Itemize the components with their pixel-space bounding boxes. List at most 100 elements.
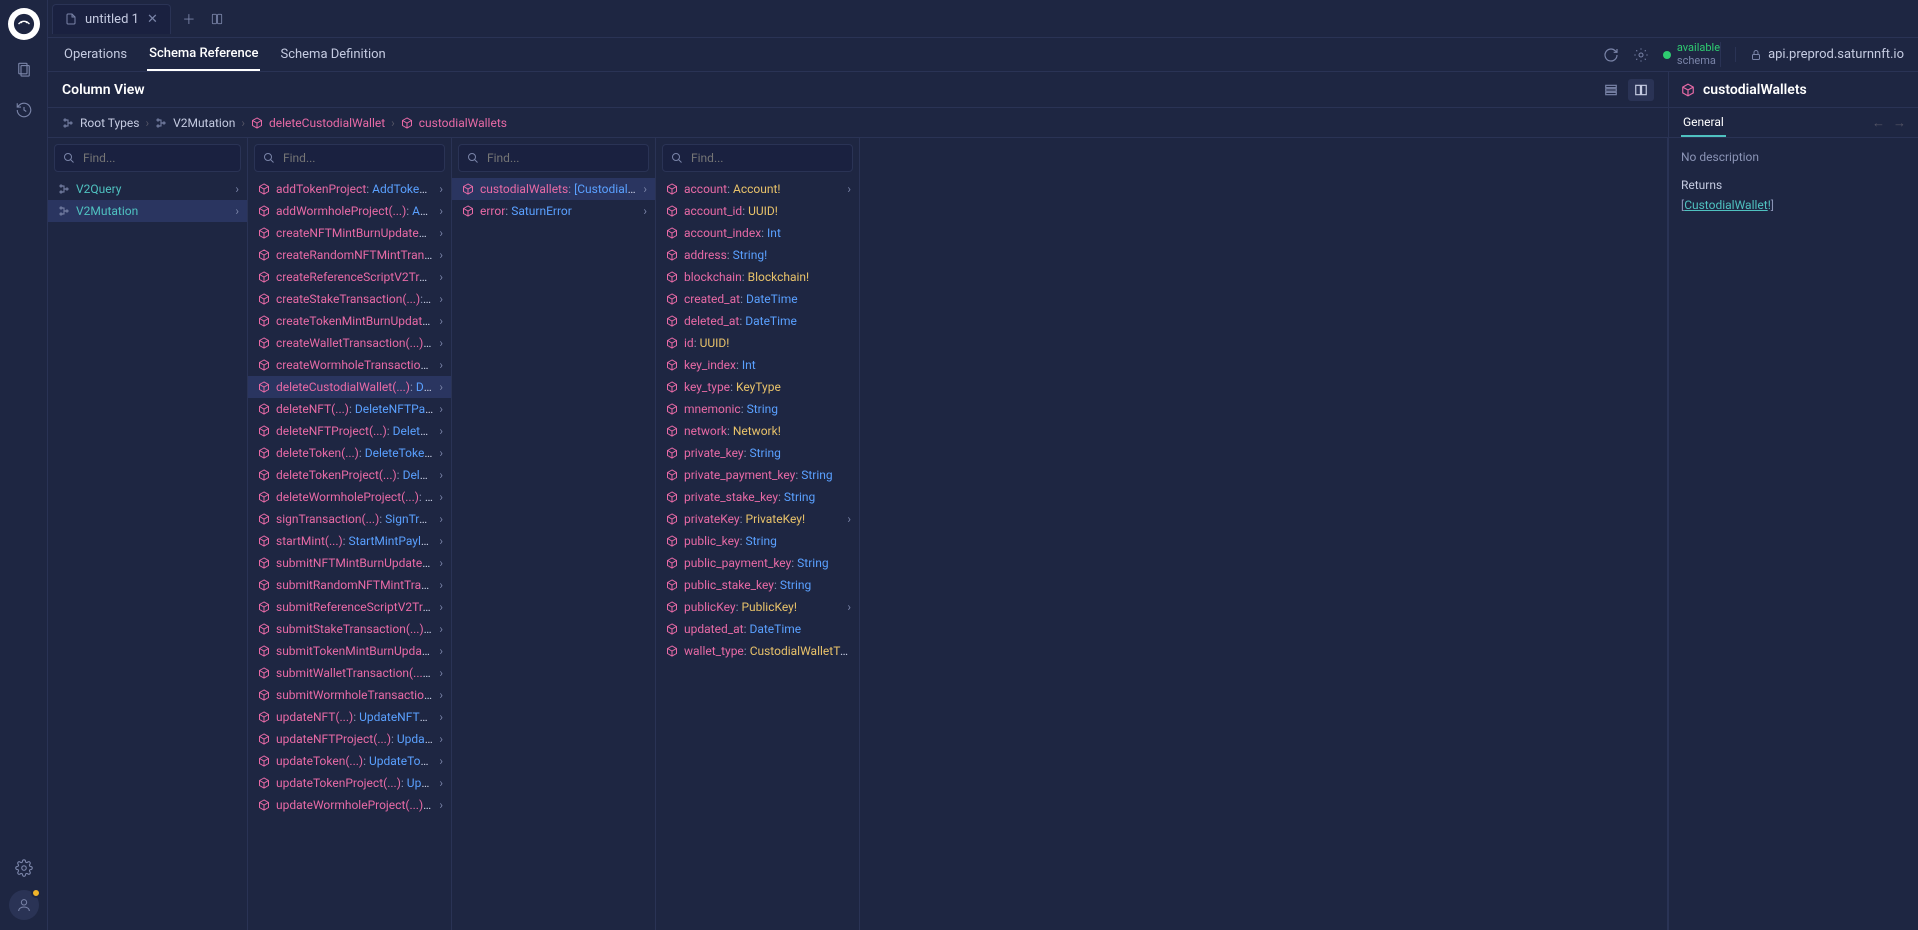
- schema-item[interactable]: private_payment_key: String: [656, 464, 859, 486]
- schema-item[interactable]: createStakeTransaction(...): Creat...›: [248, 288, 451, 310]
- schema-item[interactable]: privateKey: PrivateKey!›: [656, 508, 859, 530]
- arrow-right-icon[interactable]: →: [1893, 115, 1906, 131]
- user-avatar[interactable]: [9, 890, 39, 920]
- schema-item[interactable]: key_type: KeyType: [656, 376, 859, 398]
- schema-item[interactable]: submitReferenceScriptV2Transac...›: [248, 596, 451, 618]
- schema-item[interactable]: blockchain: Blockchain!: [656, 266, 859, 288]
- schema-item[interactable]: updateNFT(...): UpdateNFTPaylo...›: [248, 706, 451, 728]
- refresh-icon[interactable]: [1603, 47, 1619, 63]
- schema-item[interactable]: submitNFTMintBurnUpdateTran...›: [248, 552, 451, 574]
- schema-item[interactable]: public_key: String: [656, 530, 859, 552]
- schema-item[interactable]: created_at: DateTime: [656, 288, 859, 310]
- tab-overflow-icon[interactable]: [203, 5, 231, 33]
- cube-icon: [258, 777, 270, 789]
- find-box-0[interactable]: [54, 144, 241, 172]
- crumb-custodial-wallets[interactable]: custodialWallets: [419, 116, 507, 130]
- schema-item[interactable]: createNFTMintBurnUpdateTrans...›: [248, 222, 451, 244]
- crumb-root-types[interactable]: Root Types: [80, 116, 139, 130]
- schema-item[interactable]: updateWormholeProject(...): Up...›: [248, 794, 451, 816]
- cube-icon: [258, 183, 270, 195]
- schema-item[interactable]: updateNFTProject(...): UpdateNF...›: [248, 728, 451, 750]
- schema-item[interactable]: addTokenProject: AddTokenProj...›: [248, 178, 451, 200]
- connection-status[interactable]: available schema: [1663, 42, 1721, 66]
- chevron-right-icon: ›: [439, 402, 443, 416]
- schema-item[interactable]: key_index: Int: [656, 354, 859, 376]
- schema-item[interactable]: deleteWormholeProject(...): Dele...›: [248, 486, 451, 508]
- nav-schema-definition[interactable]: Schema Definition: [278, 38, 387, 71]
- tree-icon: [62, 117, 74, 129]
- schema-item[interactable]: V2Query›: [48, 178, 247, 200]
- schema-item[interactable]: account_index: Int: [656, 222, 859, 244]
- schema-item[interactable]: wallet_type: CustodialWalletType!: [656, 640, 859, 662]
- schema-item[interactable]: addWormholeProject(...): AddW...›: [248, 200, 451, 222]
- document-tab[interactable]: untitled 1 ✕: [52, 4, 171, 34]
- nav-schema-reference[interactable]: Schema Reference: [147, 38, 260, 71]
- schema-item[interactable]: createWormholeTransaction(...): ...›: [248, 354, 451, 376]
- find-box-1[interactable]: [254, 144, 445, 172]
- column-view-button[interactable]: [1628, 79, 1654, 101]
- endpoint-display[interactable]: api.preprod.saturnnft.io: [1735, 47, 1904, 62]
- close-tab-icon[interactable]: ✕: [147, 12, 158, 27]
- returns-type-link[interactable]: CustodialWallet: [1684, 198, 1768, 212]
- schema-item[interactable]: error: SaturnError›: [452, 200, 655, 222]
- schema-item[interactable]: createTokenMintBurnUpdateTra...›: [248, 310, 451, 332]
- schema-item[interactable]: private_key: String: [656, 442, 859, 464]
- files-icon[interactable]: [6, 52, 42, 88]
- schema-item[interactable]: deleteToken(...): DeleteTokenPayl...›: [248, 442, 451, 464]
- cube-icon: [251, 117, 263, 129]
- schema-item[interactable]: public_stake_key: String: [656, 574, 859, 596]
- schema-item[interactable]: deleteNFT(...): DeleteNFTPayload!›: [248, 398, 451, 420]
- crumb-v2mutation[interactable]: V2Mutation: [173, 116, 235, 130]
- nav-tabs: Operations Schema Reference Schema Defin…: [48, 38, 1918, 72]
- crumb-delete-custodial[interactable]: deleteCustodialWallet: [269, 116, 385, 130]
- schema-item[interactable]: private_stake_key: String: [656, 486, 859, 508]
- new-tab-button[interactable]: ＋: [175, 5, 203, 33]
- gear-icon[interactable]: [1633, 47, 1649, 63]
- schema-item[interactable]: submitStakeTransaction(...): Sub...›: [248, 618, 451, 640]
- details-tab-general[interactable]: General: [1681, 108, 1726, 137]
- schema-item[interactable]: custodialWallets: [CustodialWall...›: [452, 178, 655, 200]
- schema-item[interactable]: deleted_at: DateTime: [656, 310, 859, 332]
- cube-icon: [666, 271, 678, 283]
- schema-item[interactable]: address: String!: [656, 244, 859, 266]
- chevron-right-icon: ›: [439, 248, 443, 262]
- schema-item[interactable]: deleteTokenProject(...): DeleteTo...›: [248, 464, 451, 486]
- cube-icon: [666, 183, 678, 195]
- schema-item[interactable]: createWalletTransaction(...): Crea...›: [248, 332, 451, 354]
- schema-item[interactable]: deleteNFTProject(...): DeleteNFT...›: [248, 420, 451, 442]
- schema-item[interactable]: submitTokenMintBurnUpdateTra...›: [248, 640, 451, 662]
- find-input-3[interactable]: [691, 151, 847, 165]
- find-box-3[interactable]: [662, 144, 853, 172]
- schema-item[interactable]: V2Mutation›: [48, 200, 247, 222]
- schema-item[interactable]: publicKey: PublicKey!›: [656, 596, 859, 618]
- arrow-left-icon[interactable]: ←: [1872, 115, 1885, 131]
- schema-item[interactable]: signTransaction(...): SignTransacti...›: [248, 508, 451, 530]
- schema-item[interactable]: submitWalletTransaction(...): Sub...›: [248, 662, 451, 684]
- schema-item[interactable]: updateTokenProject(...): UpdateT...›: [248, 772, 451, 794]
- find-input-1[interactable]: [283, 151, 439, 165]
- find-input-0[interactable]: [83, 151, 239, 165]
- schema-item[interactable]: mnemonic: String: [656, 398, 859, 420]
- schema-item[interactable]: submitRandomNFTMintTransact...›: [248, 574, 451, 596]
- schema-item[interactable]: id: UUID!: [656, 332, 859, 354]
- schema-item[interactable]: public_payment_key: String: [656, 552, 859, 574]
- nav-operations[interactable]: Operations: [62, 38, 129, 71]
- settings-icon[interactable]: [6, 850, 42, 886]
- list-view-button[interactable]: [1598, 79, 1624, 101]
- schema-item[interactable]: startMint(...): StartMintPayload!›: [248, 530, 451, 552]
- schema-item[interactable]: deleteCustodialWallet(...): Delete...›: [248, 376, 451, 398]
- list-1: addTokenProject: AddTokenProj...›addWorm…: [248, 178, 451, 930]
- schema-item[interactable]: network: Network!: [656, 420, 859, 442]
- find-input-2[interactable]: [487, 151, 643, 165]
- schema-item[interactable]: submitWormholeTransaction(...)...›: [248, 684, 451, 706]
- main-area: untitled 1 ✕ ＋ Operations Schema Referen…: [48, 0, 1918, 930]
- schema-item[interactable]: createRandomNFTMintTransacti...›: [248, 244, 451, 266]
- app-logo[interactable]: [8, 8, 40, 40]
- schema-item[interactable]: updateToken(...): UpdateTokenPa...›: [248, 750, 451, 772]
- schema-item[interactable]: createReferenceScriptV2Transac...›: [248, 266, 451, 288]
- find-box-2[interactable]: [458, 144, 649, 172]
- schema-item[interactable]: updated_at: DateTime: [656, 618, 859, 640]
- history-icon[interactable]: [6, 92, 42, 128]
- schema-item[interactable]: account: Account!›: [656, 178, 859, 200]
- schema-item[interactable]: account_id: UUID!: [656, 200, 859, 222]
